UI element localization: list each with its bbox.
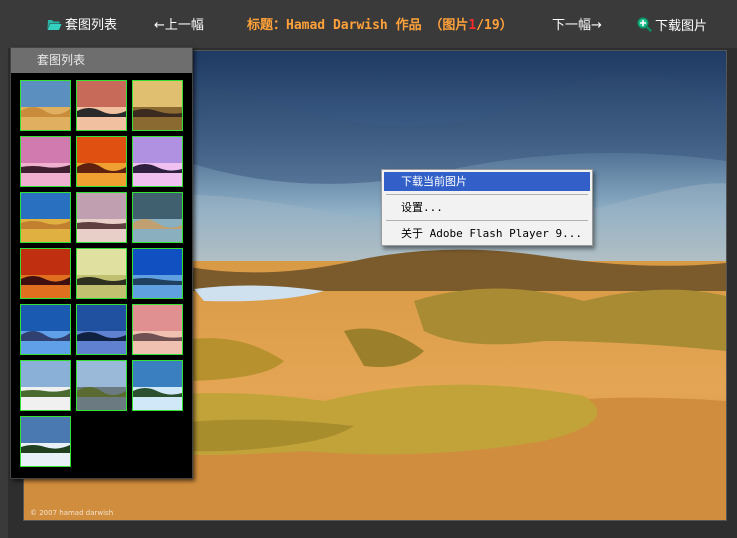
thumbnail-4[interactable] [20,136,71,187]
thumbnail-image [133,305,182,354]
thumbnail-image [133,193,182,242]
thumbnail-image [133,249,182,298]
set-list-button[interactable]: 套图列表 [47,17,117,35]
thumbnail-9[interactable] [132,192,183,243]
set-list-panel: 套图列表 [10,47,193,479]
thumbnail-11[interactable] [76,248,127,299]
set-list-label: 套图列表 [65,18,118,33]
menu-separator [386,220,588,221]
thumbnail-image [77,361,126,410]
thumbnail-image [133,137,182,186]
title-prefix: 标题：Hamad Darwish 作品 （图片 [247,18,469,33]
thumbnail-14[interactable] [76,304,127,355]
photo-watermark: © 2007 hamad darwish [30,509,113,517]
thumbnail-image [21,361,70,410]
thumbnail-1[interactable] [20,80,71,131]
menu-separator [386,194,588,195]
prev-label: ←上一幅 [154,18,204,33]
thumbnail-image [21,305,70,354]
thumbnail-8[interactable] [76,192,127,243]
thumbnail-image [77,137,126,186]
panel-header: 套图列表 [11,48,192,73]
thumbnail-18[interactable] [132,360,183,411]
next-label: 下一幅→ [552,18,602,33]
thumbnail-image [21,417,70,466]
thumbnail-image [77,193,126,242]
title-suffix: /19） [476,18,513,33]
toolbar: 套图列表 ←上一幅 标题：Hamad Darwish 作品 （图片1/19） 下… [0,0,737,48]
thumbnail-16[interactable] [20,360,71,411]
thumbnail-10[interactable] [20,248,71,299]
thumbnail-17[interactable] [76,360,127,411]
menu-item-download-current[interactable]: 下载当前图片 [384,172,590,191]
thumbnail-6[interactable] [132,136,183,187]
thumbnail-image [21,193,70,242]
thumbnail-image [133,361,182,410]
menu-item-settings[interactable]: 设置... [384,198,590,217]
context-menu: 下载当前图片 设置... 关于 Adobe Flash Player 9... [381,169,593,246]
thumbnail-image [21,81,70,130]
prev-image-button[interactable]: ←上一幅 [154,17,204,35]
next-image-button[interactable]: 下一幅→ [552,17,602,35]
thumbnail-12[interactable] [132,248,183,299]
download-button[interactable]: 下载图片 [637,17,707,35]
thumbnail-image [21,137,70,186]
thumbnail-2[interactable] [76,80,127,131]
thumbnail-5[interactable] [76,136,127,187]
folder-open-icon [47,20,62,30]
download-label: 下载图片 [655,19,708,34]
thumbnail-7[interactable] [20,192,71,243]
menu-item-about-flash[interactable]: 关于 Adobe Flash Player 9... [384,224,590,243]
thumbnail-15[interactable] [132,304,183,355]
thumbnail-image [77,81,126,130]
thumbnail-image [77,305,126,354]
thumbnail-13[interactable] [20,304,71,355]
thumbnail-19[interactable] [20,416,71,467]
zoom-in-icon [637,17,652,32]
page-title: 标题：Hamad Darwish 作品 （图片1/19） [247,17,513,35]
thumbnail-3[interactable] [132,80,183,131]
thumbnail-image [133,81,182,130]
thumbnail-image [21,249,70,298]
thumbnail-image [77,249,126,298]
